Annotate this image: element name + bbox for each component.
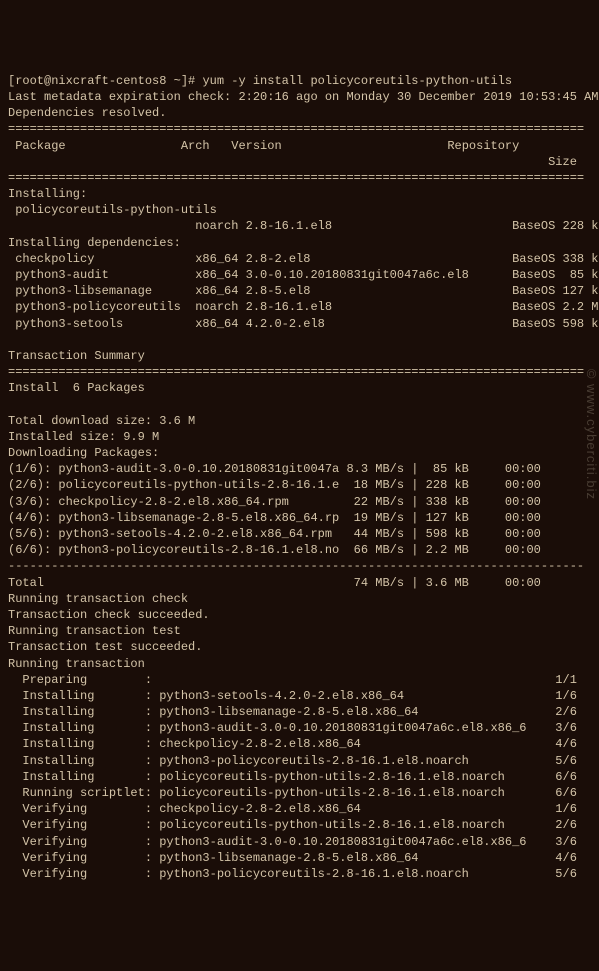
total-line: Total 74 MB/s | 3.6 MB 00:00 [8, 576, 541, 590]
txn-step: Verifying : policycoreutils-python-utils… [8, 818, 577, 832]
divider: ========================================… [8, 122, 584, 136]
txn-run: Running transaction [8, 657, 145, 671]
pkg-row: python3-policycoreutils noarch 2.8-16.1.… [8, 300, 599, 314]
txn-check-ok: Transaction check succeeded. [8, 608, 210, 622]
txn-step: Verifying : python3-libsemanage-2.8-5.el… [8, 851, 577, 865]
installed-size: Installed size: 9.9 M [8, 430, 159, 444]
txn-test: Running transaction test [8, 624, 181, 638]
col-version: Version [231, 139, 281, 153]
col-size: Size [548, 155, 577, 169]
install-count: Install 6 Packages [8, 381, 145, 395]
deps-resolved: Dependencies resolved. [8, 106, 166, 120]
txn-step: Installing : python3-libsemanage-2.8-5.e… [8, 705, 577, 719]
col-repo: Repository [447, 139, 519, 153]
divider: ========================================… [8, 365, 584, 379]
pkg-row: python3-setools x86_64 4.2.0-2.el8 BaseO… [8, 317, 599, 331]
pkg-row: checkpolicy x86_64 2.8-2.el8 BaseOS 338 … [8, 252, 599, 266]
txn-step: Preparing : 1/1 [8, 673, 577, 687]
txn-step: Running scriptlet: policycoreutils-pytho… [8, 786, 577, 800]
download-row: (2/6): policycoreutils-python-utils-2.8-… [8, 478, 541, 492]
txn-step: Installing : python3-setools-4.2.0-2.el8… [8, 689, 577, 703]
txn-step: Installing : checkpolicy-2.8-2.el8.x86_6… [8, 737, 577, 751]
txn-step: Verifying : python3-policycoreutils-2.8-… [8, 867, 577, 881]
pkg-row: python3-audit x86_64 3.0-0.10.20180831gi… [8, 268, 599, 282]
col-arch: Arch [181, 139, 210, 153]
divider: ========================================… [8, 171, 584, 185]
download-row: (3/6): checkpolicy-2.8-2.el8.x86_64.rpm … [8, 495, 541, 509]
txn-step: Installing : python3-audit-3.0-0.10.2018… [8, 721, 577, 735]
section-installing: Installing: [8, 187, 87, 201]
pkg-row: python3-libsemanage x86_64 2.8-5.el8 Bas… [8, 284, 599, 298]
txn-check: Running transaction check [8, 592, 188, 606]
download-size: Total download size: 3.6 M [8, 414, 195, 428]
watermark: © www.cyberciti.biz [582, 368, 599, 499]
download-row: (6/6): python3-policycoreutils-2.8-16.1.… [8, 543, 541, 557]
terminal-prompt: [root@nixcraft-centos8 ~]# [8, 74, 202, 88]
txn-step: Verifying : python3-audit-3.0-0.10.20180… [8, 835, 577, 849]
divider: ----------------------------------------… [8, 559, 584, 573]
terminal-command[interactable]: yum -y install policycoreutils-python-ut… [202, 74, 512, 88]
col-package: Package [8, 139, 66, 153]
section-installing-deps: Installing dependencies: [8, 236, 181, 250]
txn-step: Verifying : checkpolicy-2.8-2.el8.x86_64… [8, 802, 577, 816]
download-row: (5/6): python3-setools-4.2.0-2.el8.x86_6… [8, 527, 541, 541]
txn-test-ok: Transaction test succeeded. [8, 640, 202, 654]
txn-summary: Transaction Summary [8, 349, 145, 363]
txn-step: Installing : python3-policycoreutils-2.8… [8, 754, 577, 768]
download-row: (4/6): python3-libsemanage-2.8-5.el8.x86… [8, 511, 541, 525]
txn-step: Installing : policycoreutils-python-util… [8, 770, 577, 784]
downloading-packages: Downloading Packages: [8, 446, 159, 460]
download-row: (1/6): python3-audit-3.0-0.10.20180831gi… [8, 462, 541, 476]
metadata-line: Last metadata expiration check: 2:20:16 … [8, 90, 599, 104]
pkg-main-row: noarch 2.8-16.1.el8 BaseOS 228 k [8, 219, 599, 233]
pkg-main-name: policycoreutils-python-utils [8, 203, 217, 217]
